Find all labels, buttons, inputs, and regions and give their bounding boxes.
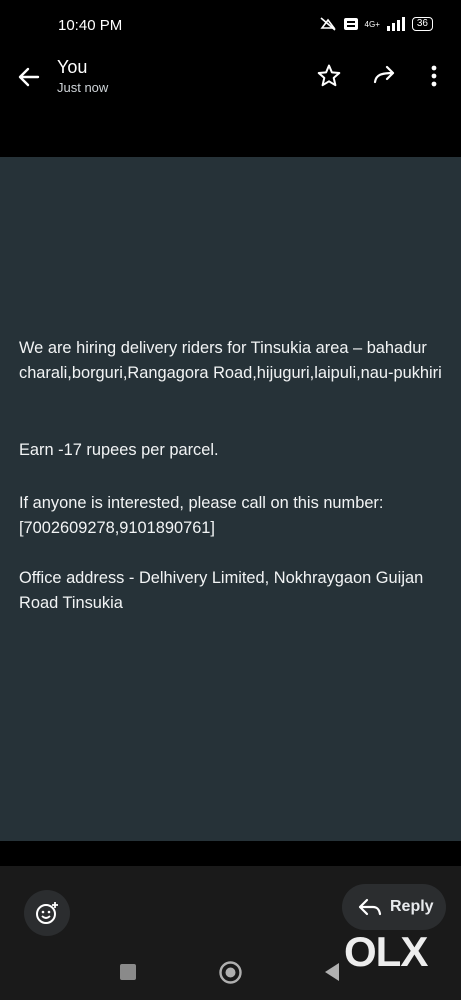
add-reaction-icon — [36, 902, 58, 924]
status-time: 10:40 PM — [58, 17, 123, 34]
status-bar: 10:40 PM 4G+ 36 — [0, 0, 461, 52]
message-paragraph: Office address - Delhivery Limited, Nokh… — [19, 569, 424, 612]
star-icon[interactable] — [315, 62, 343, 90]
back-arrow-icon[interactable] — [14, 62, 44, 92]
bottom-bar: Reply OLX — [0, 866, 461, 1000]
volte-icon — [343, 18, 358, 30]
olx-watermark: OLX — [344, 928, 428, 975]
message-time: Just now — [57, 80, 109, 95]
home-circle-icon[interactable] — [218, 960, 243, 985]
network-type: 4G+ — [364, 19, 380, 29]
status-icons: 4G+ 36 — [319, 16, 433, 32]
sender-name: You — [57, 57, 88, 77]
do-not-disturb-icon — [319, 17, 336, 31]
message-paragraph: Earn -17 rupees per parcel. — [19, 441, 219, 459]
more-vert-icon[interactable] — [420, 62, 448, 90]
battery-icon: 36 — [411, 17, 433, 31]
back-triangle-icon[interactable] — [323, 962, 341, 982]
reply-button[interactable]: Reply — [342, 884, 446, 930]
app-bar: You Just now — [0, 52, 461, 108]
signal-icon — [386, 17, 405, 31]
message-card: We are hiring delivery riders for Tinsuk… — [0, 157, 461, 841]
add-reaction-button[interactable] — [24, 890, 70, 936]
forward-icon[interactable] — [371, 62, 399, 90]
recents-square-icon[interactable] — [119, 963, 137, 981]
reply-icon — [358, 898, 382, 916]
message-paragraph: If anyone is interested, please call on … — [19, 494, 384, 537]
reply-label: Reply — [390, 898, 434, 915]
message-paragraph: We are hiring delivery riders for Tinsuk… — [19, 339, 442, 382]
